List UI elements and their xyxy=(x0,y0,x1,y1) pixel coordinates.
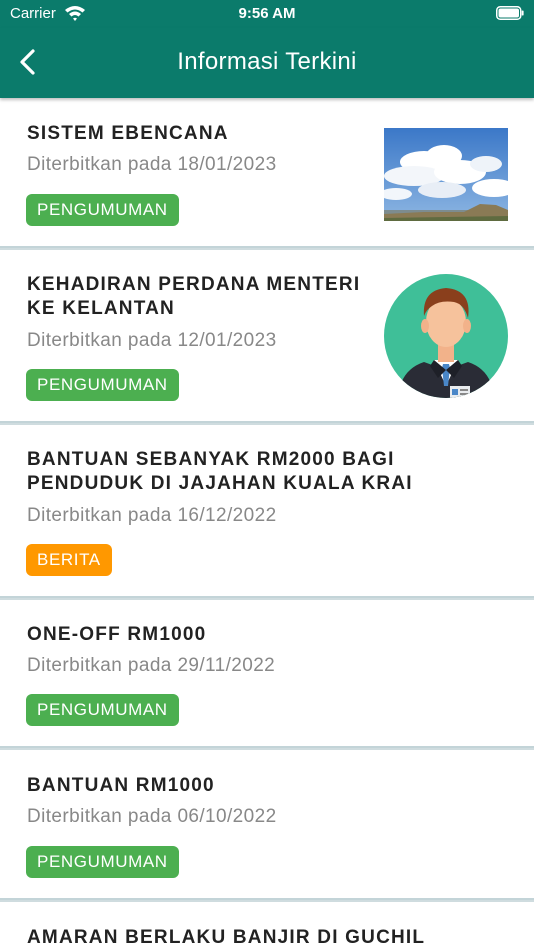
category-badge: PENGUMUMAN xyxy=(26,194,179,226)
status-time: 9:56 AM xyxy=(238,5,296,22)
news-item-title: AMARAN BERLAKU BANJIR DI GUCHIL xyxy=(27,927,426,948)
news-item[interactable]: AMARAN BERLAKU BANJIR DI GUCHIL xyxy=(0,902,534,950)
person-avatar-thumbnail xyxy=(384,274,508,398)
news-item[interactable]: BANTUAN RM1000 Diterbitkan pada 06/10/20… xyxy=(0,750,534,900)
news-item[interactable]: BANTUAN SEBANYAK RM2000 BAGI PENDUDUK DI… xyxy=(0,425,534,598)
category-badge: PENGUMUMAN xyxy=(26,846,179,878)
category-badge: BERITA xyxy=(26,544,112,576)
news-item[interactable]: SISTEM EBENCANA Diterbitkan pada 18/01/2… xyxy=(0,98,534,248)
news-item-date: Diterbitkan pada 29/11/2022 xyxy=(27,655,276,676)
navigation-bar: Informasi Terkini xyxy=(0,28,534,98)
news-item[interactable]: ONE-OFF RM1000 Diterbitkan pada 29/11/20… xyxy=(0,600,534,748)
page-title: Informasi Terkini xyxy=(177,48,357,75)
news-item-date: Diterbitkan pada 12/01/2023 xyxy=(27,330,277,351)
news-item-title: BANTUAN SEBANYAK RM2000 BAGI PENDUDUK DI… xyxy=(27,449,413,494)
category-badge: PENGUMUMAN xyxy=(26,369,179,401)
news-item-title: ONE-OFF RM1000 xyxy=(27,624,207,645)
news-item-date: Diterbitkan pada 06/10/2022 xyxy=(27,806,277,827)
status-bar: Carrier 9:56 AM xyxy=(0,0,534,28)
news-item-date: Diterbitkan pada 16/12/2022 xyxy=(27,505,277,526)
news-item-date: Diterbitkan pada 18/01/2023 xyxy=(27,154,277,175)
category-badge: PENGUMUMAN xyxy=(26,694,179,726)
news-item[interactable]: KEHADIRAN PERDANA MENTERI KE KELANTAN Di… xyxy=(0,250,534,423)
news-item-title: KEHADIRAN PERDANA MENTERI KE KELANTAN xyxy=(27,274,361,319)
news-item-title: SISTEM EBENCANA xyxy=(27,123,229,144)
news-item-title: BANTUAN RM1000 xyxy=(27,775,215,796)
news-list[interactable]: SISTEM EBENCANA Diterbitkan pada 18/01/2… xyxy=(0,98,534,950)
battery-icon xyxy=(496,6,524,20)
sky-photo-thumbnail xyxy=(384,128,508,221)
